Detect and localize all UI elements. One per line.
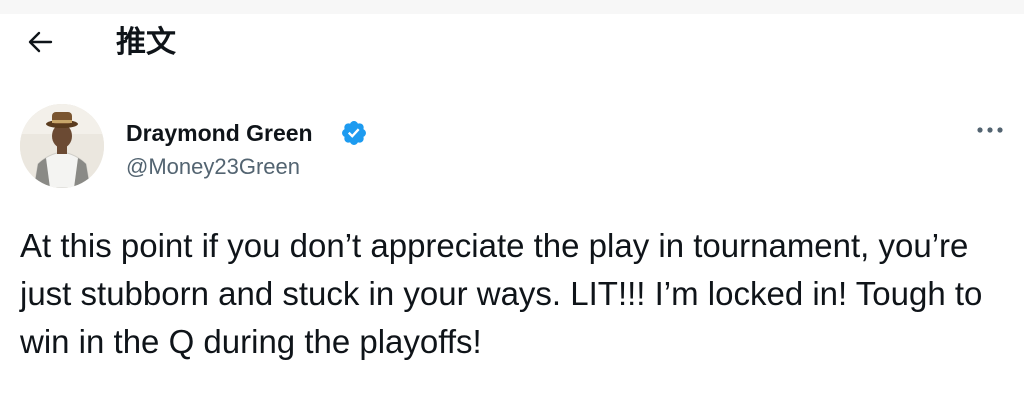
- verified-badge-icon: [342, 121, 366, 145]
- author-display-name[interactable]: Draymond Green: [126, 119, 313, 147]
- back-button[interactable]: [20, 22, 60, 62]
- page-header: 推文: [0, 14, 1024, 74]
- more-options-button[interactable]: [970, 114, 1010, 146]
- avatar-image: [20, 104, 104, 188]
- tweet-text: At this point if you don’t appreciate th…: [20, 227, 983, 360]
- avatar[interactable]: [20, 104, 104, 188]
- arrow-left-icon: [28, 31, 53, 53]
- tweet-author-row: Draymond Green @Money23Green: [20, 104, 1010, 194]
- page-title: 推文: [116, 25, 176, 60]
- author-handle[interactable]: @Money23Green: [126, 154, 300, 180]
- top-strip: [0, 0, 1024, 14]
- tweet-page: 推文 Draymond Green @Money23Green At this …: [0, 0, 1024, 418]
- more-dots-icon: [977, 127, 1003, 133]
